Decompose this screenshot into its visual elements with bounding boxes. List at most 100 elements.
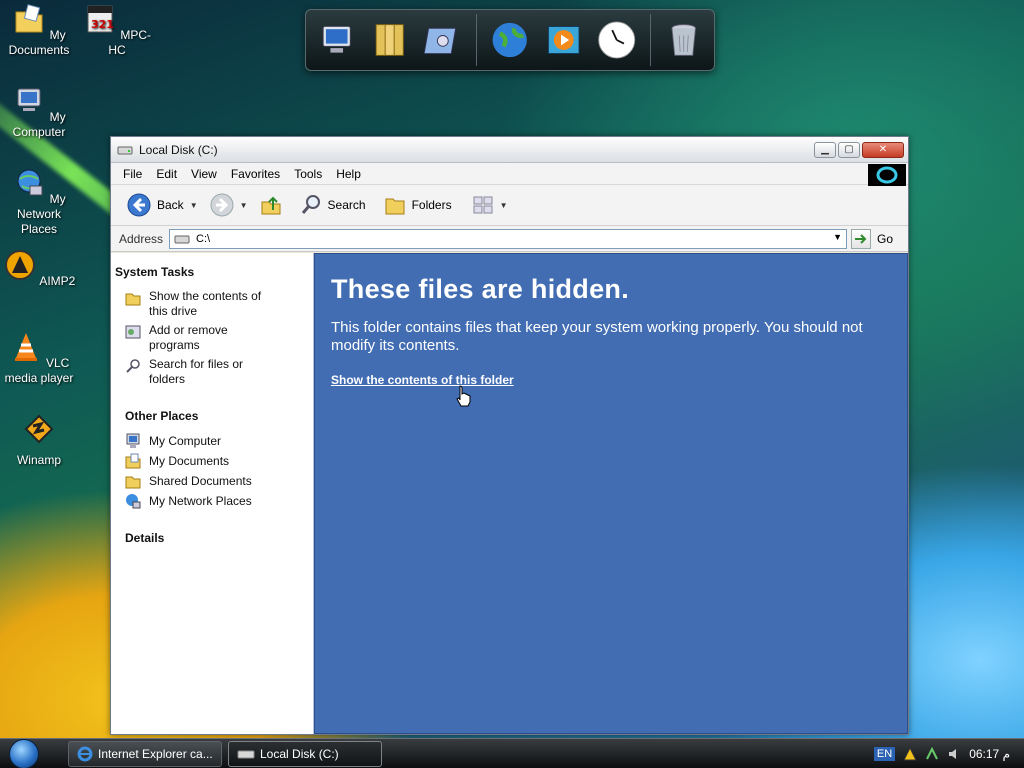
taskbar-button-label: Local Disk (C:) xyxy=(260,746,339,761)
media-player-icon[interactable] xyxy=(543,17,584,63)
place-label: My Network Places xyxy=(149,494,252,508)
place-shared-documents[interactable]: Shared Documents xyxy=(125,473,313,489)
views-button[interactable]: ▼ xyxy=(468,189,512,221)
search-icon xyxy=(301,195,320,214)
desktop-icon-my-network-places[interactable]: My Network Places xyxy=(0,166,78,237)
start-button[interactable] xyxy=(0,738,48,768)
place-label: My Documents xyxy=(149,454,230,468)
window-controls: ▁ ▢ ✕ xyxy=(814,141,904,158)
system-tasks-heading: System Tasks xyxy=(115,265,195,279)
desktop-icon-mpc-hc[interactable]: 321 MPC-HC xyxy=(78,2,156,58)
control-panel-icon[interactable] xyxy=(423,17,464,63)
menu-tools[interactable]: Tools xyxy=(287,167,329,181)
chevron-down-icon[interactable]: ▼ xyxy=(190,201,198,210)
hidden-files-panel: These files are hidden. This folder cont… xyxy=(314,253,908,734)
dock xyxy=(305,9,715,71)
task-add-remove-programs[interactable]: Add or remove programs xyxy=(125,323,313,353)
search-label: Search xyxy=(327,198,366,212)
menu-help[interactable]: Help xyxy=(329,167,368,181)
windows-throbber-logo xyxy=(868,164,906,186)
place-my-network-places[interactable]: My Network Places xyxy=(125,493,313,509)
views-icon xyxy=(473,196,493,214)
computer-icon[interactable] xyxy=(316,17,357,63)
warning-icon[interactable] xyxy=(903,746,917,761)
drive-icon xyxy=(237,750,255,758)
go-label: Go xyxy=(877,231,894,246)
desktop-icon-my-computer[interactable]: My Computer xyxy=(0,84,78,140)
title-bar[interactable]: Local Disk (C:) ▁ ▢ ✕ xyxy=(111,137,908,163)
menu-edit[interactable]: Edit xyxy=(149,167,184,181)
task-pane: System Tasks Show the contents of this d… xyxy=(111,253,314,734)
folders-label: Folders xyxy=(411,198,452,212)
menu-file[interactable]: File xyxy=(116,167,149,181)
folders-icon xyxy=(385,198,405,215)
search-button[interactable]: Search xyxy=(296,189,370,221)
forward-button[interactable]: ▼ xyxy=(206,189,252,221)
taskbar-button-internet-explorer[interactable]: Internet Explorer ca... xyxy=(68,740,222,767)
clock[interactable]: 06:17 م xyxy=(969,747,1010,761)
vlc-icon xyxy=(14,333,37,361)
winamp-icon xyxy=(24,414,54,444)
back-label: Back xyxy=(157,198,184,212)
task-label: Search for files or folders xyxy=(149,357,244,386)
menu-favorites[interactable]: Favorites xyxy=(224,167,287,181)
aimp2-icon xyxy=(4,250,35,280)
close-button[interactable]: ✕ xyxy=(862,141,904,158)
taskbar: Internet Explorer ca... Local Disk (C:) … xyxy=(0,738,1024,768)
hand-cursor-icon xyxy=(456,385,471,407)
forward-arrow-icon xyxy=(210,193,234,217)
place-label: My Computer xyxy=(149,434,222,448)
place-my-computer[interactable]: My Computer xyxy=(125,433,313,449)
folders-button[interactable]: Folders xyxy=(380,189,456,221)
language-indicator[interactable]: EN xyxy=(873,746,896,761)
task-search-files[interactable]: Search for files or folders xyxy=(125,357,313,387)
chevron-down-icon[interactable]: ▼ xyxy=(240,201,248,210)
mpc-hc-icon: 321 xyxy=(87,5,114,33)
documents-icon[interactable] xyxy=(369,17,410,63)
task-label: Show the contents of this drive xyxy=(149,289,262,318)
dock-separator xyxy=(476,14,478,66)
clock-icon[interactable] xyxy=(596,17,637,63)
drive-icon xyxy=(174,235,190,243)
desktop-icon-aimp2[interactable]: AIMP2 xyxy=(0,248,78,289)
place-my-documents[interactable]: My Documents xyxy=(125,453,313,469)
chevron-down-icon[interactable]: ▼ xyxy=(500,201,508,210)
folder-icon xyxy=(125,293,141,306)
chevron-down-icon[interactable]: ▼ xyxy=(833,232,842,242)
desktop-icon-winamp[interactable]: Winamp xyxy=(0,412,78,468)
maximize-button[interactable]: ▢ xyxy=(838,141,860,158)
address-bar: Address C:\ ▼ Go xyxy=(111,226,908,252)
taskbar-button-local-disk[interactable]: Local Disk (C:) xyxy=(228,740,382,767)
drive-icon xyxy=(117,146,133,154)
go-button[interactable]: Go xyxy=(851,228,894,249)
window-title: Local Disk (C:) xyxy=(139,142,218,157)
globe-icon[interactable] xyxy=(489,17,530,63)
task-show-drive-contents[interactable]: Show the contents of this drive xyxy=(125,289,313,319)
hidden-files-heading: These files are hidden. xyxy=(331,274,629,304)
details-heading: Details xyxy=(125,531,165,545)
desktop-icon-label: AIMP2 xyxy=(39,274,76,288)
minimize-button[interactable]: ▁ xyxy=(814,141,836,158)
desktop-icon-my-documents[interactable]: My Documents xyxy=(0,2,78,58)
desktop-icon-label: Winamp xyxy=(16,453,61,467)
up-folder-icon xyxy=(261,196,281,215)
back-button[interactable]: Back ▼ xyxy=(123,189,202,221)
explorer-window: Local Disk (C:) ▁ ▢ ✕ File Edit View Fav… xyxy=(110,136,909,735)
desktop-icon-vlc[interactable]: VLC media player xyxy=(0,330,78,386)
up-folder-button[interactable] xyxy=(256,189,286,221)
programs-icon xyxy=(125,325,141,339)
windows-orb-icon xyxy=(9,738,39,768)
task-label: Add or remove programs xyxy=(149,323,228,352)
search-icon xyxy=(126,359,140,373)
volume-icon[interactable] xyxy=(947,747,961,761)
folder-icon xyxy=(125,476,141,489)
menu-view[interactable]: View xyxy=(184,167,224,181)
address-input[interactable]: C:\ ▼ xyxy=(169,228,848,249)
network-tray-icon[interactable] xyxy=(925,746,939,761)
toolbar: Back ▼ ▼ Search Folders ▼ xyxy=(111,185,908,226)
recycle-bin-icon[interactable] xyxy=(663,17,704,63)
show-folder-contents-link[interactable]: Show the contents of this folder xyxy=(331,373,514,387)
my-documents-icon xyxy=(15,4,43,33)
place-label: Shared Documents xyxy=(149,474,252,488)
svg-text:321: 321 xyxy=(91,18,114,31)
